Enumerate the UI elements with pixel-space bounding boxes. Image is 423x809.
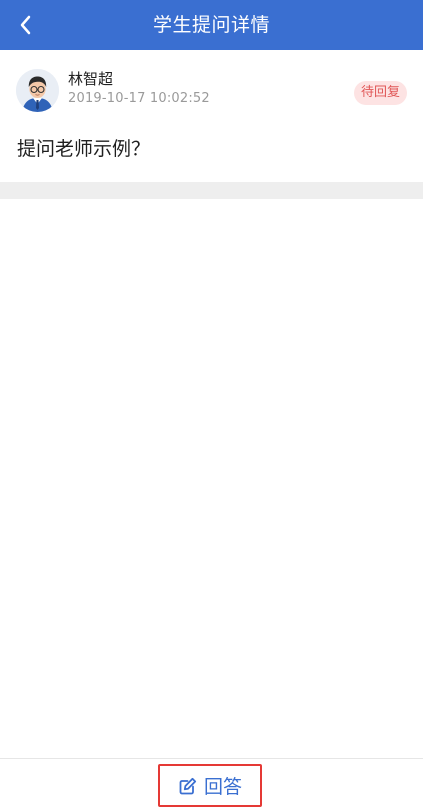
question-card: 林智超 2019-10-17 10:02:52 待回复 提问老师示例？: [0, 50, 423, 182]
answer-button[interactable]: 回答: [158, 764, 262, 807]
edit-icon: [179, 777, 197, 794]
answers-area: [0, 199, 423, 758]
app-screen: 学生提问详情 林智超 2019-10-17 10:02:52 待回复 提问老师示…: [0, 0, 423, 809]
answer-button-label: 回答: [203, 776, 242, 798]
status-badge: 待回复: [353, 81, 407, 105]
question-text: 提问老师示例？: [17, 138, 151, 160]
page-title: 学生提问详情: [152, 14, 270, 36]
question-timestamp: 2019-10-17 10:02:52: [68, 91, 210, 106]
section-divider: [0, 182, 423, 199]
avatar: [16, 69, 59, 112]
top-navigation-bar: 学生提问详情: [0, 0, 423, 50]
avatar-icon: [16, 69, 59, 112]
user-name: 林智超: [68, 70, 114, 88]
bottom-action-bar: 回答: [0, 758, 423, 809]
